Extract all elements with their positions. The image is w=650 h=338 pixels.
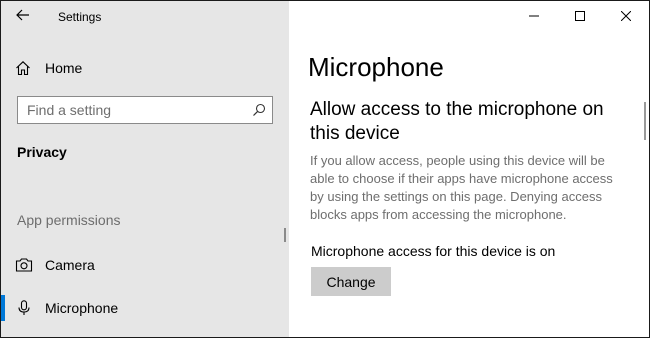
minimize-button[interactable] bbox=[511, 1, 557, 33]
sidebar-item-microphone[interactable]: Microphone bbox=[1, 290, 289, 326]
window-title: Settings bbox=[58, 10, 102, 24]
section-heading: Privacy bbox=[17, 144, 67, 160]
maximize-icon bbox=[575, 8, 585, 26]
arrow-left-icon bbox=[16, 8, 30, 26]
sidebar-item-home[interactable]: Home bbox=[1, 54, 289, 82]
sidebar: Settings Home Privacy App permissions bbox=[1, 1, 289, 337]
camera-icon bbox=[15, 257, 33, 273]
window-controls bbox=[511, 1, 649, 33]
description-text: If you allow access, people using this d… bbox=[310, 153, 613, 222]
section-subheading: Allow access to the microphone on this d… bbox=[310, 99, 604, 144]
search-icon[interactable] bbox=[252, 103, 266, 117]
search-box bbox=[17, 96, 273, 124]
change-button[interactable]: Change bbox=[311, 267, 391, 296]
sidebar-item-camera[interactable]: Camera bbox=[1, 247, 289, 283]
back-button[interactable] bbox=[9, 5, 37, 29]
sidebar-item-label: Microphone bbox=[45, 300, 119, 316]
sidebar-scrollbar[interactable] bbox=[284, 228, 286, 242]
content-scrollbar[interactable] bbox=[644, 102, 646, 140]
maximize-button[interactable] bbox=[557, 1, 603, 33]
close-icon bbox=[620, 8, 632, 26]
home-icon bbox=[15, 60, 31, 76]
page-title: Microphone bbox=[308, 52, 444, 82]
selected-indicator bbox=[1, 295, 5, 321]
microphone-icon bbox=[15, 300, 33, 316]
sidebar-item-label: Home bbox=[45, 60, 83, 76]
search-input[interactable] bbox=[18, 97, 253, 123]
close-button[interactable] bbox=[603, 1, 649, 33]
sidebar-item-label: Camera bbox=[45, 257, 95, 273]
content-pane: Microphone Allow access to the microphon… bbox=[289, 1, 649, 337]
minimize-icon bbox=[529, 8, 539, 26]
group-label: App permissions bbox=[17, 212, 121, 228]
settings-window: Settings Home Privacy App permissions bbox=[0, 0, 650, 338]
access-status: Microphone access for this device is on bbox=[311, 243, 556, 259]
title-bar: Settings bbox=[1, 1, 289, 33]
